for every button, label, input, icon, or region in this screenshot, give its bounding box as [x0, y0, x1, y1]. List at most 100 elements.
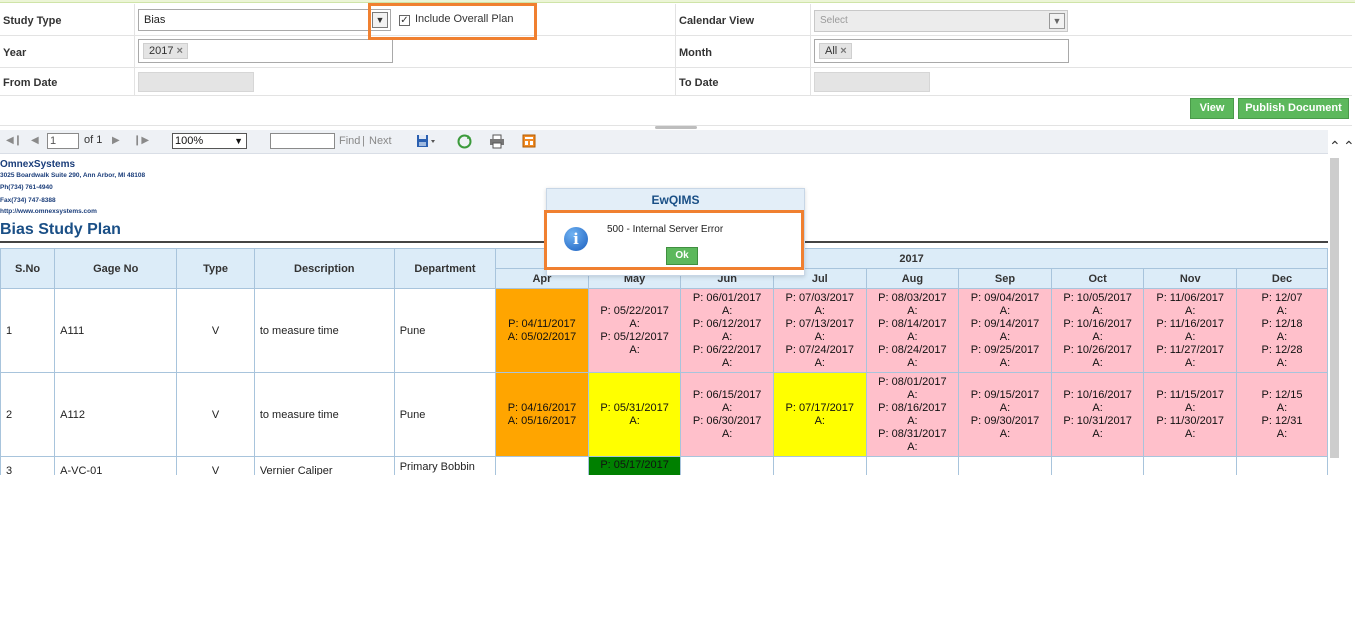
schedule-line: P: 08/31/2017 [878, 427, 947, 440]
calendar-cell [1235, 456, 1328, 475]
chevron-down-icon[interactable]: ▼ [1049, 13, 1065, 29]
schedule-line: A: [1092, 304, 1103, 317]
schedule-line: A: [1092, 427, 1103, 440]
remove-tag-icon[interactable]: × [176, 45, 182, 57]
page-number-input[interactable]: 1 [47, 133, 79, 149]
filter-row-year: Year 2017 × Month All × [0, 36, 1352, 68]
schedule-line: A: 05/02/2017 [507, 330, 577, 343]
schedule-line: P: 12/07 [1261, 291, 1303, 304]
schedule-line: A: [999, 427, 1011, 440]
filter-row-actions: View Publish Document [0, 96, 1352, 126]
schedule-line: A: [907, 356, 918, 369]
report-toolbar: ◀❙ ◀ 1 of 1 ▶ ❙▶ 100% ▼ Find | Next [0, 130, 1328, 154]
company-name: OmnexSystems [0, 159, 76, 170]
calendar-cell: P: 04/16/2017 A: 05/16/2017 [495, 372, 589, 457]
schedule-line: P: 09/04/2017 [970, 291, 1040, 304]
company-address: 3025 Boardwalk Suite 290, Ann Arbor, MI … [0, 172, 146, 179]
scrollbar-thumb[interactable] [1330, 158, 1339, 458]
calendar-cell: P: 10/16/2017 A: P: 10/31/2017 A: [1050, 372, 1145, 457]
row-sno: 2 [0, 372, 56, 457]
prev-page-icon[interactable]: ◀ [31, 135, 39, 146]
study-plan-table: S.No Gage No Type Description Department… [0, 248, 1328, 475]
column-divider [675, 4, 676, 35]
find-input[interactable] [270, 133, 335, 149]
last-page-icon[interactable]: ❙▶ [133, 135, 149, 146]
column-divider [134, 4, 135, 35]
calendar-cell: P: 11/15/2017 A: P: 11/30/2017 A: [1143, 372, 1237, 457]
chevron-up-icon[interactable]: ⌃ [1329, 138, 1341, 155]
schedule-line: A: [907, 388, 918, 401]
splitter-handle[interactable] [655, 126, 697, 129]
schedule-line: P: 05/17/2017 [600, 459, 669, 471]
column-divider [675, 68, 676, 95]
report-title: Bias Study Plan [0, 221, 121, 238]
row-gage-no: A112 [54, 372, 178, 457]
calendar-cell: P: 07/03/2017 A: P: 07/13/2017 A: P: 07/24/2… [772, 288, 867, 373]
month-multiselect[interactable]: All × [814, 39, 1069, 63]
company-website: http://www.omnexsystems.com [0, 208, 97, 215]
schedule-line: P: 06/01/2017 [692, 291, 762, 304]
schedule-line: A: [1276, 427, 1288, 440]
schedule-line: P: 10/16/2017 [1063, 388, 1132, 401]
document-map-icon[interactable] [522, 134, 536, 151]
row-description: to measure time [253, 372, 395, 457]
schedule-line: A: [1276, 401, 1288, 414]
schedule-line: A: [814, 414, 825, 427]
schedule-line: P: 04/11/2017 [508, 317, 576, 330]
export-icon[interactable] [416, 134, 436, 151]
schedule-line: P: 12/31 [1261, 414, 1303, 427]
schedule-line: P: 11/30/2017 [1156, 414, 1225, 427]
from-date-input[interactable] [138, 72, 254, 92]
month-tag-label: All [825, 45, 838, 57]
schedule-line: A: [907, 304, 918, 317]
row-department: Pune [393, 288, 497, 373]
schedule-line: A: [1185, 427, 1196, 440]
schedule-line: A: [721, 356, 733, 369]
schedule-line: P: 06/22/2017 [692, 343, 762, 356]
next-page-icon[interactable]: ▶ [112, 135, 120, 146]
chevron-down-icon[interactable]: ▼ [234, 134, 243, 148]
find-link[interactable]: Find [339, 135, 360, 147]
calendar-cell [1143, 456, 1237, 475]
schedule-line: P: 10/05/2017 [1063, 291, 1132, 304]
row-department: Primary Bobbin [393, 456, 497, 475]
month-tag[interactable]: All × [819, 43, 852, 59]
study-type-value: Bias [144, 14, 166, 26]
company-fax: Fax(734) 747-8388 [0, 197, 56, 204]
row-department: Pune [393, 372, 497, 457]
row-type: V [176, 372, 255, 457]
schedule-line: P: 05/22/2017 [600, 304, 669, 317]
to-date-input[interactable] [814, 72, 930, 92]
schedule-line: A: [721, 401, 733, 414]
calendar-view-select[interactable]: Select ▼ [814, 10, 1068, 32]
page-count-label: of 1 [84, 134, 103, 146]
year-tag[interactable]: 2017 × [143, 43, 188, 59]
schedule-line: A: [999, 356, 1011, 369]
schedule-line: A: [999, 304, 1011, 317]
table-row: 2 A112 Vto measure time Pune P: 04/16/2017 A:… [0, 372, 1328, 457]
schedule-line: A: [1092, 356, 1103, 369]
schedule-line: A: [629, 317, 640, 330]
chevron-up-icon[interactable]: ⌃ [1343, 138, 1355, 155]
refresh-icon[interactable] [457, 134, 472, 152]
remove-tag-icon[interactable]: × [840, 45, 846, 57]
schedule-line: A: [814, 330, 825, 343]
study-type-select[interactable]: Bias ▼ [138, 9, 391, 31]
view-button[interactable]: View [1190, 98, 1234, 119]
schedule-line: A: [1276, 304, 1288, 317]
next-link[interactable]: Next [369, 135, 392, 147]
calendar-cell: P: 05/22/2017 A: P: 05/12/2017 A: [587, 288, 682, 373]
schedule-line: P: 04/16/2017 [507, 401, 577, 414]
row-type: V [176, 288, 255, 373]
year-multiselect[interactable]: 2017 × [138, 39, 393, 63]
first-page-icon[interactable]: ◀❙ [6, 135, 22, 146]
schedule-line: A: [721, 330, 733, 343]
header-sno: S.No [0, 248, 56, 289]
publish-document-button[interactable]: Publish Document [1238, 98, 1349, 119]
schedule-line: P: 09/25/2017 [970, 343, 1040, 356]
print-icon[interactable] [489, 134, 505, 152]
zoom-select[interactable]: 100% ▼ [172, 133, 247, 149]
calendar-cell: P: 08/01/2017 A: P: 08/16/2017 A: P: 08/31/2… [865, 372, 960, 457]
schedule-line: P: 11/27/2017 [1156, 343, 1225, 356]
vertical-scrollbar[interactable]: ⌃ ⌃ [1328, 130, 1355, 475]
